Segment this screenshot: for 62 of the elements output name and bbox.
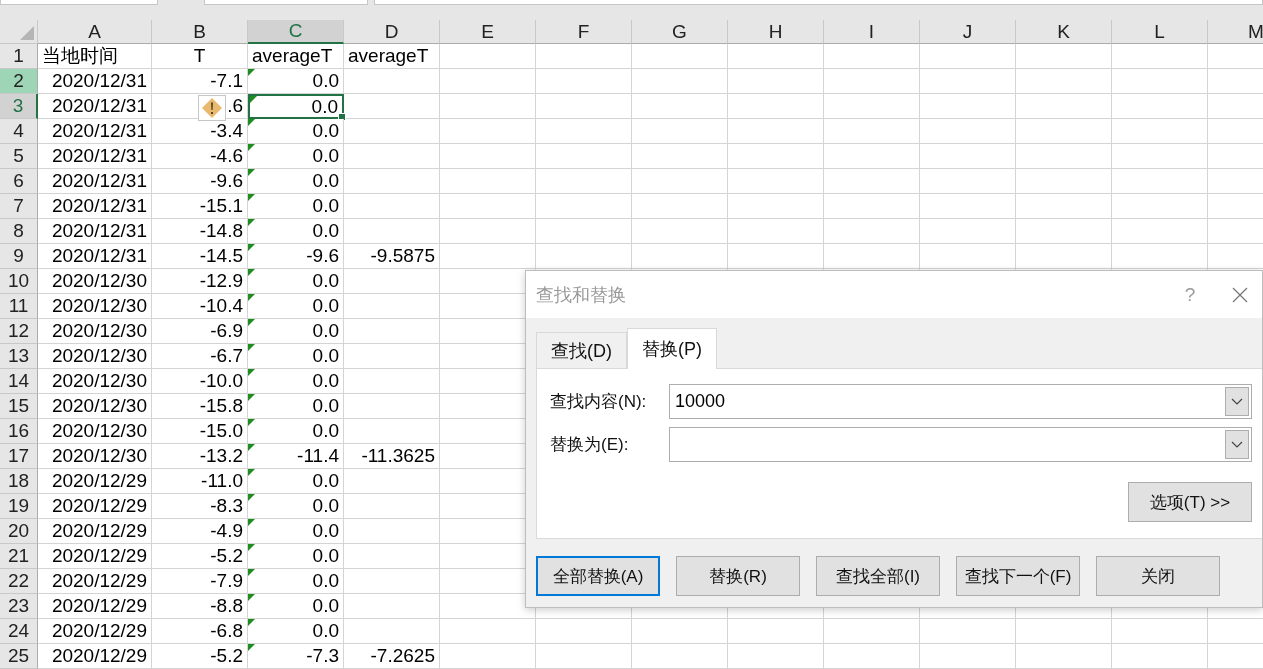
tab[interactable]: 替换(P) <box>627 328 717 369</box>
dropdown-caret-button[interactable] <box>1225 387 1249 416</box>
field-label: 查找内容(N): <box>550 391 648 413</box>
row-header[interactable]: 17 <box>0 444 38 469</box>
dialog-button[interactable]: 查找全部(I) <box>816 556 940 596</box>
row-header[interactable]: 9 <box>0 244 38 269</box>
row-header[interactable]: 18 <box>0 469 38 494</box>
column-header[interactable]: G <box>632 20 728 44</box>
select-all-button[interactable] <box>0 20 38 44</box>
row-header[interactable]: 1 <box>0 44 38 69</box>
name-box[interactable] <box>0 0 158 5</box>
row-header[interactable]: 6 <box>0 169 38 194</box>
combo-field[interactable] <box>669 427 1252 462</box>
dialog-button[interactable]: 全部替换(A) <box>536 556 660 596</box>
row-header[interactable]: 19 <box>0 494 38 519</box>
row-header[interactable]: 25 <box>0 644 38 669</box>
row-header[interactable]: 7 <box>0 194 38 219</box>
row-header[interactable]: 16 <box>0 419 38 444</box>
row-header[interactable]: 10 <box>0 269 38 294</box>
caret-icon <box>1231 440 1243 449</box>
formula-bar[interactable] <box>374 0 1263 5</box>
combo-field[interactable]: 10000 <box>669 384 1252 419</box>
row-header[interactable]: 11 <box>0 294 38 319</box>
dialog-button[interactable]: 替换(R) <box>676 556 800 596</box>
row-header[interactable]: 8 <box>0 219 38 244</box>
column-header[interactable]: F <box>536 20 632 44</box>
column-header[interactable]: J <box>920 20 1016 44</box>
dialog-title: 查找和替换 <box>536 283 627 307</box>
column-header[interactable]: B <box>152 20 248 44</box>
row-header[interactable]: 14 <box>0 369 38 394</box>
row-header[interactable]: 12 <box>0 319 38 344</box>
row-header[interactable]: 21 <box>0 544 38 569</box>
column-header[interactable]: H <box>728 20 824 44</box>
column-header[interactable]: E <box>440 20 536 44</box>
field-label: 替换为(E): <box>550 434 630 456</box>
column-header[interactable]: K <box>1016 20 1112 44</box>
dropdown-caret-button[interactable] <box>1225 430 1249 459</box>
dialog-button[interactable]: 关闭 <box>1096 556 1220 596</box>
column-header[interactable]: D <box>344 20 440 44</box>
selected-cell[interactable]: 0.0 <box>248 94 344 119</box>
options-button[interactable]: 选项(T) >> <box>1128 482 1252 522</box>
row-header[interactable]: 13 <box>0 344 38 369</box>
column-header[interactable]: M <box>1208 20 1263 44</box>
column-header[interactable]: L <box>1112 20 1208 44</box>
row-header[interactable]: 15 <box>0 394 38 419</box>
warning-icon[interactable] <box>198 95 226 121</box>
row-header[interactable]: 4 <box>0 119 38 144</box>
column-header[interactable]: C <box>248 20 344 44</box>
dialog-button[interactable]: 查找下一个(F) <box>956 556 1080 596</box>
tab[interactable]: 查找(D) <box>536 332 627 368</box>
row-header[interactable]: 23 <box>0 594 38 619</box>
row-header[interactable]: 2 <box>0 69 38 94</box>
column-header[interactable]: I <box>824 20 920 44</box>
column-header[interactable]: A <box>38 20 152 44</box>
row-header[interactable]: 24 <box>0 619 38 644</box>
row-header[interactable]: 5 <box>0 144 38 169</box>
caret-icon <box>1231 397 1243 406</box>
row-header[interactable]: 22 <box>0 569 38 594</box>
row-header[interactable]: 20 <box>0 519 38 544</box>
toolbar-field[interactable] <box>204 0 368 5</box>
triangle-icon <box>20 26 34 40</box>
row-header[interactable]: 3 <box>0 94 38 119</box>
